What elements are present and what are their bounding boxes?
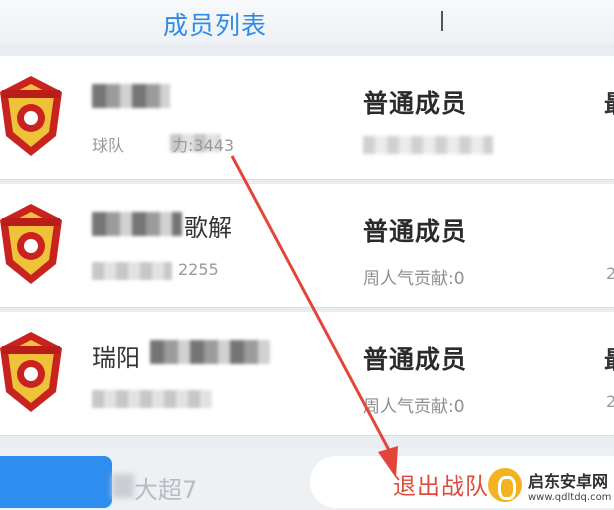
member-contribution-redacted bbox=[363, 136, 493, 154]
watermark-brand: 启东安卓网 bbox=[528, 471, 609, 491]
member-name-prefix: 瑞阳 bbox=[92, 344, 140, 372]
member-edge-text: 2 bbox=[606, 264, 614, 283]
member-edge-text: 最 bbox=[604, 340, 614, 375]
primary-action-button[interactable] bbox=[0, 456, 112, 508]
league-redacted bbox=[112, 474, 134, 498]
exit-team-label: 退出战队 bbox=[393, 474, 489, 500]
member-sub-redacted bbox=[92, 390, 212, 408]
member-row[interactable]: 球队 力:3443 普通成员 最 bbox=[0, 56, 614, 180]
watermark-logo-icon bbox=[488, 468, 522, 502]
top-tab-bar: 成员列表 bbox=[0, 0, 614, 44]
member-name-redacted bbox=[92, 84, 170, 108]
member-role: 普通成员 bbox=[363, 345, 468, 374]
tab-member-list[interactable]: 成员列表 bbox=[163, 6, 267, 42]
member-name-redacted bbox=[150, 340, 270, 364]
team-crest-icon bbox=[0, 332, 62, 412]
member-power: 力:3443 bbox=[172, 136, 235, 155]
site-watermark: 启东安卓网 www.qdltdq.com bbox=[486, 462, 614, 508]
tab-divider bbox=[441, 11, 443, 31]
member-edge-text: 最 bbox=[604, 84, 614, 119]
member-contribution: 周人气贡献:0 bbox=[363, 269, 465, 289]
member-name-tail: 歌解 bbox=[184, 214, 232, 242]
team-crest-icon bbox=[0, 204, 62, 284]
member-name-redacted bbox=[92, 212, 182, 236]
member-row[interactable]: 瑞阳 普通成员 周人气贡献:0 最 2 bbox=[0, 312, 614, 436]
watermark-url: www.qdltdq.com bbox=[528, 491, 612, 503]
member-sub-prefix: 球队 bbox=[92, 136, 125, 155]
member-role: 普通成员 bbox=[363, 217, 468, 246]
league-label: 大超7 bbox=[134, 476, 198, 504]
member-edge-sub: 2 bbox=[606, 392, 614, 411]
member-role: 普通成员 bbox=[363, 89, 468, 118]
member-contribution: 周人气贡献:0 bbox=[363, 397, 465, 417]
member-power: 2255 bbox=[178, 260, 219, 279]
member-sub-redacted bbox=[92, 262, 172, 280]
member-row[interactable]: 歌解 2255 普通成员 周人气贡献:0 2 bbox=[0, 184, 614, 308]
team-crest-icon bbox=[0, 76, 62, 156]
